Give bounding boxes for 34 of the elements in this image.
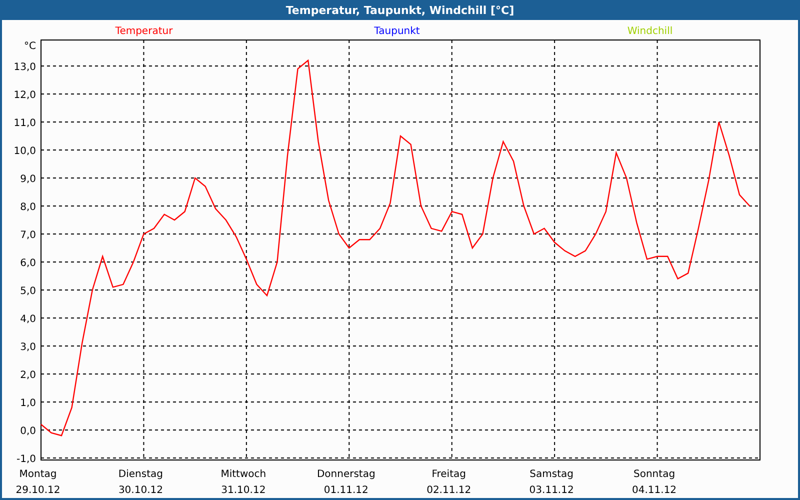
axis-tick-label: 11,0: [14, 118, 36, 130]
legend-label: Windchill: [627, 26, 673, 37]
axis-tick-label: 3,0: [20, 342, 36, 354]
date-label: 02.11.12: [426, 485, 472, 496]
date-label: 03.11.12: [529, 485, 574, 496]
day-label: Samstag: [530, 469, 574, 480]
date-label: 31.10.12: [221, 485, 266, 496]
date-label: 04.11.12: [632, 485, 677, 496]
axis-tick-label: 13,0: [14, 62, 36, 74]
axis-tick-label: 12,0: [14, 90, 36, 102]
axis-tick-label: 6,0: [20, 258, 36, 270]
axis-unit-label: °C: [24, 41, 36, 52]
day-label: Mittwoch: [220, 469, 266, 480]
day-label: Dienstag: [118, 469, 163, 480]
legend-label: Temperatur: [115, 26, 173, 37]
axis-tick-label: 10,0: [14, 146, 36, 158]
date-label: 29.10.12: [16, 485, 60, 496]
day-label: Montag: [19, 469, 57, 480]
axis-tick-label: 8,0: [20, 202, 36, 214]
date-label: 30.10.12: [118, 485, 163, 496]
day-label: Donnerstag: [316, 469, 376, 480]
axis-tick-label: 4,0: [20, 314, 36, 326]
axis-tick-label: 0,0: [20, 426, 36, 438]
date-label: 01.11.12: [324, 485, 368, 496]
axis-tick-label: -1,0: [16, 454, 36, 466]
axis-tick-label: 5,0: [20, 286, 36, 298]
window-title: Temperatur, Taupunkt, Windchill [°C]: [286, 4, 514, 16]
legend-label: Taupunkt: [374, 26, 420, 37]
axis-tick-label: 7,0: [20, 230, 36, 242]
axis-tick-label: 2,0: [20, 370, 36, 382]
axis-tick-label: 1,0: [20, 398, 36, 410]
day-label: Freitag: [432, 469, 466, 480]
day-label: Sonntag: [634, 469, 676, 480]
axis-tick-label: 9,0: [20, 174, 36, 186]
